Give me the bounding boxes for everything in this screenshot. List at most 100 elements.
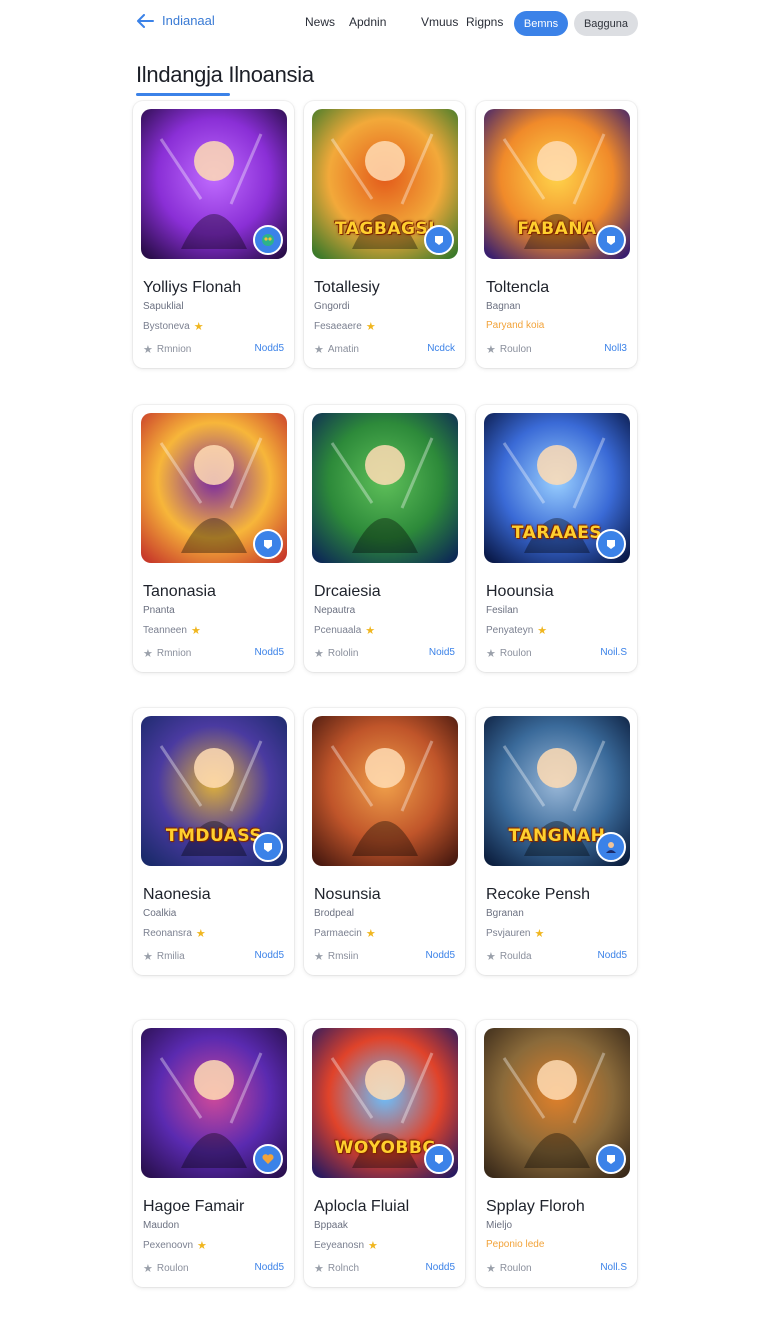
game-tag-label: Bystoneva bbox=[143, 321, 190, 332]
card-action-link[interactable]: Ncdck bbox=[427, 343, 455, 356]
avatar-icon[interactable] bbox=[596, 832, 626, 862]
card-action-link[interactable]: Nodd5 bbox=[426, 1262, 455, 1275]
pin-icon[interactable] bbox=[253, 832, 283, 862]
game-tag: Pcenuaala ★ bbox=[314, 624, 375, 637]
rating: ★ Rmilia bbox=[143, 950, 185, 963]
star-outline-icon: ★ bbox=[143, 648, 153, 660]
game-tag: Teanneen ★ bbox=[143, 624, 201, 637]
rating-label: Rmnion bbox=[156, 344, 192, 355]
card-action-link[interactable]: Nodd5 bbox=[255, 647, 284, 660]
pin-icon[interactable] bbox=[596, 225, 626, 255]
game-thumbnail bbox=[312, 716, 458, 866]
card-action-link[interactable]: Noid5 bbox=[429, 647, 455, 660]
star-outline-icon: ★ bbox=[486, 951, 496, 963]
game-subtitle: Coalkia bbox=[143, 908, 177, 919]
card-action-link[interactable]: Nodd5 bbox=[426, 950, 455, 963]
game-title: Nosunsia bbox=[314, 886, 381, 903]
game-thumbnail bbox=[312, 413, 458, 563]
star-outline-icon: ★ bbox=[486, 648, 496, 660]
game-card[interactable]: FABANA Toltencla Bagnan Paryand koia ★ Roulon… bbox=[476, 101, 637, 368]
card-footer: ★ Rmilia Nodd5 bbox=[143, 950, 284, 963]
star-icon: ★ bbox=[195, 928, 206, 940]
game-tag-label: Paryand koia bbox=[486, 320, 545, 331]
card-action-link[interactable]: Nodd5 bbox=[255, 343, 284, 356]
pin-icon[interactable] bbox=[424, 225, 454, 255]
game-subtitle: Bagnan bbox=[486, 301, 521, 312]
nav-link-apdnin[interactable]: Apdnin bbox=[349, 15, 386, 29]
game-card[interactable]: WOYOBBC Aplocla Fluial Bppaak Eeyeanosn ★ ★ Ro… bbox=[304, 1020, 465, 1287]
card-action-link[interactable]: Nodd5 bbox=[255, 1262, 284, 1275]
back-button[interactable]: Indianaal bbox=[136, 13, 215, 28]
game-tag: Eeyeanosn ★ bbox=[314, 1239, 378, 1252]
star-icon: ★ bbox=[197, 1240, 207, 1252]
nav-link-vmuus[interactable]: Vmuus bbox=[421, 15, 458, 29]
card-footer: ★ Rolnch Nodd5 bbox=[314, 1262, 455, 1275]
pin-icon[interactable] bbox=[424, 1144, 454, 1174]
game-card[interactable]: Spplay Floroh Mieljo Peponio lede ★ Roulon No… bbox=[476, 1020, 637, 1287]
game-card[interactable]: Yolliys Flonah Sapuklial Bystoneva ★ ★ Rmnion… bbox=[133, 101, 294, 368]
rating-label: Amatin bbox=[327, 344, 359, 355]
star-icon: ★ bbox=[368, 1240, 378, 1252]
game-card[interactable]: Tanonasia Pnanta Teanneen ★ ★ Rmnion Nodd5 bbox=[133, 405, 294, 672]
card-action-link[interactable]: Nodd5 bbox=[598, 950, 627, 963]
card-footer: ★ Rmnion Nodd5 bbox=[143, 647, 284, 660]
game-thumbnail bbox=[141, 413, 287, 563]
game-subtitle: Pnanta bbox=[143, 605, 175, 616]
game-card[interactable]: Hagoe Famair Maudon Pexenoovn ★ ★ Roulon Nodd5 bbox=[133, 1020, 294, 1287]
nav-link-news[interactable]: News bbox=[305, 15, 335, 29]
secondary-pill-button[interactable]: Bagguna bbox=[574, 11, 638, 36]
card-footer: ★ Rololin Noid5 bbox=[314, 647, 455, 660]
rating-label: Roulon bbox=[499, 648, 532, 659]
card-action-link[interactable]: Nodd5 bbox=[255, 950, 284, 963]
pin-icon[interactable] bbox=[596, 1144, 626, 1174]
game-tag-label: Penyateyn bbox=[486, 625, 534, 636]
star-outline-icon: ★ bbox=[143, 1263, 153, 1275]
game-tag: Psvjauren ★ bbox=[486, 927, 544, 940]
rating: ★ Roulon bbox=[486, 1262, 532, 1275]
game-title: Aplocla Fluial bbox=[314, 1198, 410, 1215]
star-icon: ★ bbox=[365, 625, 376, 637]
game-tag: Bystoneva ★ bbox=[143, 320, 204, 333]
heart-icon[interactable] bbox=[253, 1144, 283, 1174]
rating-label: Rmsiin bbox=[327, 951, 359, 962]
rating: ★ Rololin bbox=[314, 647, 358, 660]
rating-label: Rolnch bbox=[327, 1263, 360, 1274]
game-subtitle: Maudon bbox=[143, 1220, 180, 1231]
pin-icon[interactable] bbox=[596, 529, 626, 559]
game-subtitle: Fesilan bbox=[486, 605, 519, 616]
star-icon: ★ bbox=[365, 321, 376, 333]
rating-label: Roulda bbox=[499, 951, 532, 962]
primary-pill-button[interactable]: Bemns bbox=[514, 11, 568, 36]
nav-link-rigpns[interactable]: Rigpns bbox=[466, 15, 503, 29]
game-title: Spplay Floroh bbox=[486, 1198, 585, 1215]
game-card[interactable]: TMDUASS Naonesia Coalkia Reonansra ★ ★ Rmilia N… bbox=[133, 708, 294, 975]
game-tag: Fesaeaere ★ bbox=[314, 320, 376, 333]
game-tag-label: Parmaecin bbox=[314, 928, 362, 939]
game-title: Drcaiesia bbox=[314, 583, 381, 600]
rating: ★ Roulon bbox=[486, 343, 532, 356]
game-thumbnail: TMDUASS bbox=[141, 716, 287, 866]
card-footer: ★ Roulda Nodd5 bbox=[486, 950, 627, 963]
game-tag: Reonansra ★ bbox=[143, 927, 206, 940]
game-card[interactable]: TAGBAGSI Totallesiy Gngordi Fesaeaere ★ ★ Amat… bbox=[304, 101, 465, 368]
game-tag: Paryand koia bbox=[486, 320, 544, 331]
game-title: Yolliys Flonah bbox=[143, 279, 242, 296]
game-card[interactable]: TARAAES Hoounsia Fesilan Penyateyn ★ ★ Roulon N… bbox=[476, 405, 637, 672]
game-tag-label: Peponio lede bbox=[486, 1239, 545, 1250]
game-thumbnail bbox=[484, 1028, 630, 1178]
star-outline-icon: ★ bbox=[314, 1263, 324, 1275]
game-subtitle: Bppaak bbox=[314, 1220, 348, 1231]
game-thumbnail: FABANA bbox=[484, 109, 630, 259]
star-icon: ★ bbox=[190, 625, 201, 637]
rating: ★ Rmnion bbox=[143, 343, 191, 356]
game-tag-label: Teanneen bbox=[143, 625, 187, 636]
game-card[interactable]: Drcaiesia Nepautra Pcenuaala ★ ★ Rololin Noid5 bbox=[304, 405, 465, 672]
card-action-link[interactable]: Noll.S bbox=[600, 1262, 627, 1275]
game-card[interactable]: TANGNAH Recoke Pensh Bgranan Psvjauren ★ ★ Rou… bbox=[476, 708, 637, 975]
card-action-link[interactable]: Noil.S bbox=[600, 647, 627, 660]
rating: ★ Amatin bbox=[314, 343, 359, 356]
game-card[interactable]: Nosunsia Brodpeal Parmaecin ★ ★ Rmsiin Nodd5 bbox=[304, 708, 465, 975]
card-action-link[interactable]: Noll3 bbox=[604, 343, 627, 356]
pin-icon[interactable] bbox=[253, 529, 283, 559]
owl-icon[interactable] bbox=[253, 225, 283, 255]
